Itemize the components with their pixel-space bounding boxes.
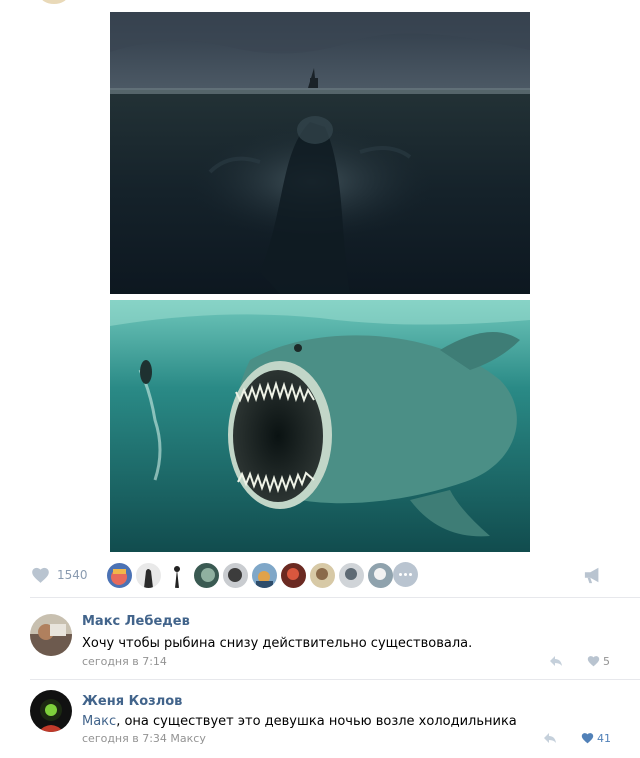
liker-avatar[interactable] (309, 562, 336, 589)
post-photo-sea-storm[interactable] (110, 12, 530, 294)
like-count[interactable]: 1540 (57, 568, 88, 582)
megaphone-icon[interactable] (583, 566, 603, 584)
liker-avatar[interactable] (106, 562, 133, 589)
liker-avatar[interactable] (338, 562, 365, 589)
heart-icon[interactable] (587, 655, 600, 667)
comment-item: Макс Лебедев Хочу чтобы рыбина снизу дей… (0, 606, 640, 676)
reply-mention[interactable]: Макс (82, 714, 116, 729)
comment-item: Женя Козлов Макс, она существует это дев… (0, 684, 640, 754)
reply-icon[interactable] (549, 655, 563, 667)
comment-time[interactable]: сегодня в 7:34 (82, 732, 167, 745)
more-dots-icon[interactable] (393, 562, 418, 587)
heart-icon[interactable] (581, 732, 594, 744)
liker-avatar[interactable] (251, 562, 278, 589)
comment-text: Хочу чтобы рыбина снизу действительно су… (82, 636, 473, 651)
post-photo-giant-fish[interactable] (110, 300, 530, 552)
comment-like-count[interactable]: 41 (597, 732, 611, 745)
comment-author[interactable]: Макс Лебедев (82, 614, 190, 629)
post-actions-bar: 1540 (0, 558, 640, 592)
liker-avatar[interactable] (164, 562, 191, 589)
liker-avatar[interactable] (367, 562, 394, 589)
comment-time[interactable]: сегодня в 7:14 (82, 655, 167, 668)
heart-icon[interactable] (31, 566, 50, 584)
comment-body: , она существует это девушка ночью возле… (116, 714, 517, 729)
avatar[interactable] (30, 614, 72, 656)
avatar[interactable] (30, 690, 72, 732)
comment-text: Макс, она существует это девушка ночью в… (82, 714, 517, 729)
reply-icon[interactable] (543, 732, 557, 744)
liker-avatar[interactable] (280, 562, 307, 589)
comment-author[interactable]: Женя Козлов (82, 694, 182, 709)
giant-fish-image (110, 300, 530, 552)
divider (30, 597, 640, 598)
liker-avatar[interactable] (135, 562, 162, 589)
divider (30, 679, 640, 680)
comment-like-count[interactable]: 5 (603, 655, 610, 668)
previous-avatar-fragment (40, 0, 68, 4)
liker-avatar[interactable] (222, 562, 249, 589)
liker-avatar[interactable] (193, 562, 220, 589)
reply-to[interactable]: Максу (170, 732, 205, 745)
comment-meta: сегодня в 7:34 Максу (82, 732, 206, 745)
sea-storm-image (110, 12, 530, 294)
